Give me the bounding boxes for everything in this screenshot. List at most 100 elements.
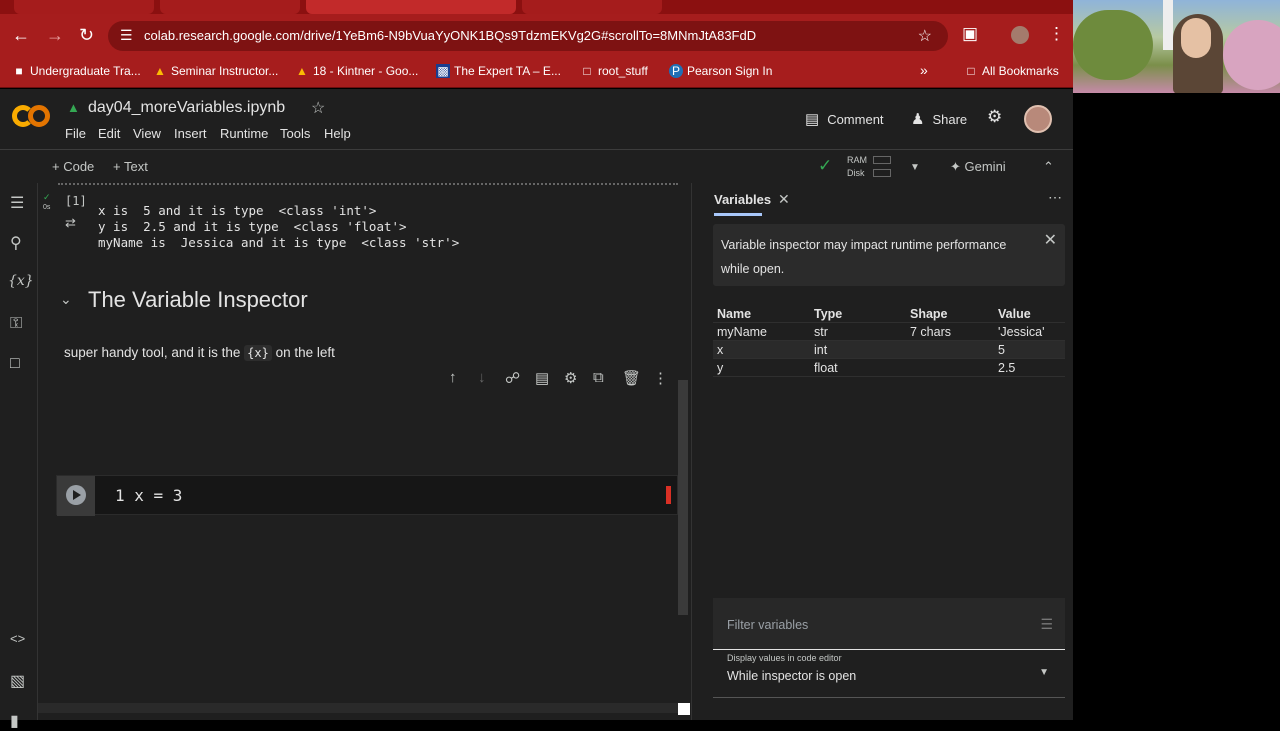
table-row[interactable]: myName str 7 chars 'Jessica': [713, 323, 1065, 341]
cell-settings-gear-icon[interactable]: ⚙: [564, 369, 577, 387]
variables-icon[interactable]: {x}: [8, 273, 34, 289]
active-tab-indicator: [714, 213, 762, 216]
profile-avatar[interactable]: [1011, 26, 1029, 44]
paragraph-text: on the left: [275, 345, 335, 360]
search-icon[interactable]: ⚲: [10, 233, 22, 253]
colab-logo[interactable]: [12, 105, 52, 131]
executed-check-icon: ✓: [43, 192, 51, 202]
collapse-section-chevron-icon[interactable]: ⌄: [60, 291, 72, 308]
collapse-header-icon[interactable]: ⌃: [1043, 159, 1054, 175]
browser-tab-strip: [0, 0, 1073, 14]
bookmark-item[interactable]: ▲ 18 - Kintner - Goo...: [295, 64, 418, 78]
filter-variables-input[interactable]: Filter variables ☰: [713, 598, 1065, 650]
bookmark-item[interactable]: ▲ Seminar Instructor...: [153, 64, 278, 78]
code-snippets-icon[interactable]: <>: [10, 631, 25, 646]
add-code-button[interactable]: + Code: [52, 159, 94, 174]
share-button[interactable]: ♟ Share: [911, 110, 967, 128]
menu-file[interactable]: File: [65, 126, 86, 141]
user-avatar[interactable]: [1024, 105, 1052, 133]
browser-tab-active[interactable]: [306, 0, 516, 14]
comment-icon[interactable]: ▤: [535, 369, 549, 387]
site-settings-icon[interactable]: ☰: [120, 27, 133, 44]
run-cell-button[interactable]: [57, 476, 95, 516]
address-bar[interactable]: ☰ colab.research.google.com/drive/1YeBm6…: [108, 21, 948, 51]
delete-trash-icon[interactable]: 🗑: [622, 369, 641, 387]
inline-code: {x}: [244, 345, 272, 361]
bookmark-item[interactable]: □ root_stuff: [580, 64, 647, 78]
display-values-value: While inspector is open: [727, 669, 857, 683]
star-icon[interactable]: ☆: [311, 98, 325, 118]
var-type: str: [814, 325, 828, 339]
panel-title[interactable]: Variables: [714, 192, 771, 207]
webcam-tower: [1163, 0, 1173, 50]
terminal-icon[interactable]: ▮: [10, 711, 19, 731]
add-text-button[interactable]: + Text: [113, 159, 148, 174]
notebook-scrollbar[interactable]: [678, 380, 688, 615]
menu-edit[interactable]: Edit: [98, 126, 120, 141]
all-bookmarks[interactable]: □ All Bookmarks: [964, 64, 1058, 78]
secrets-key-icon[interactable]: ⚿: [10, 315, 22, 333]
bookmarks-bar: ■ Undergraduate Tra... ▲ Seminar Instructo…: [0, 56, 1073, 88]
panel-more-icon[interactable]: ⋯: [1048, 189, 1062, 206]
column-header[interactable]: Shape: [910, 307, 948, 321]
browser-tab[interactable]: [522, 0, 662, 14]
dismiss-notice-icon[interactable]: ✕: [1044, 230, 1057, 250]
link-icon[interactable]: ☍: [505, 369, 520, 387]
column-header[interactable]: Value: [998, 307, 1031, 321]
browser-menu-icon[interactable]: ⋮: [1048, 24, 1065, 44]
tag-icon: ■: [15, 64, 23, 78]
bookmark-star-icon[interactable]: ☆: [918, 26, 932, 46]
notebook-title[interactable]: day04_moreVariables.ipynb: [88, 99, 285, 117]
table-of-contents-icon[interactable]: ☰: [10, 193, 24, 213]
settings-gear-icon[interactable]: ⚙: [987, 107, 1002, 127]
comment-button[interactable]: ▤ Comment: [805, 110, 884, 128]
cell-toolbar: ↑ ↓ ☍ ▤ ⚙ ⧉ 🗑 ⋮: [443, 369, 679, 389]
menu-view[interactable]: View: [133, 126, 161, 141]
previous-cell-edge: [58, 183, 678, 186]
runtime-dropdown-icon[interactable]: ▼: [910, 162, 920, 173]
code-cell[interactable]: 1 x = 3: [56, 475, 678, 516]
display-values-select[interactable]: Display values in code editor While insp…: [713, 649, 1065, 698]
menu-runtime[interactable]: Runtime: [220, 126, 268, 141]
variables-table: Name Type Shape Value myName str 7 chars…: [713, 305, 1065, 377]
command-palette-icon[interactable]: ▧: [10, 671, 25, 691]
filter-icon[interactable]: ☰: [1040, 616, 1053, 633]
column-header[interactable]: Type: [814, 307, 842, 321]
browser-tab[interactable]: [160, 0, 300, 14]
menu-help[interactable]: Help: [324, 126, 351, 141]
colab-app: ▲ day04_moreVariables.ipynb ☆ File Edit …: [0, 89, 1073, 730]
files-folder-icon[interactable]: □: [10, 355, 20, 373]
mirror-cell-icon[interactable]: ⧉: [593, 369, 604, 386]
extensions-icon[interactable]: ▣: [962, 24, 978, 44]
menu-tools[interactable]: Tools: [280, 126, 310, 141]
move-up-icon[interactable]: ↑: [449, 369, 457, 386]
menu-insert[interactable]: Insert: [174, 126, 207, 141]
browser-tab[interactable]: [14, 0, 154, 14]
var-name: myName: [717, 325, 768, 339]
close-panel-icon[interactable]: ✕: [778, 191, 790, 208]
column-header[interactable]: Name: [717, 307, 751, 321]
resource-indicator[interactable]: RAM Disk: [847, 154, 891, 180]
screen: ← → ↻ ☰ colab.research.google.com/drive/…: [0, 0, 1280, 730]
gemini-button[interactable]: ✦ Gemini: [950, 159, 1006, 175]
reload-icon[interactable]: ↻: [79, 24, 94, 46]
bookmark-label: 18 - Kintner - Goo...: [313, 64, 419, 78]
horizontal-scrollbar[interactable]: [38, 703, 678, 713]
table-row[interactable]: y float 2.5: [713, 359, 1065, 377]
forward-icon[interactable]: →: [46, 24, 64, 46]
bookmark-item[interactable]: ▩ The Expert TA – E...: [436, 64, 561, 78]
bookmark-item[interactable]: ■ Undergraduate Tra...: [12, 64, 140, 78]
browser-toolbar: ← → ↻ ☰ colab.research.google.com/drive/…: [0, 14, 1073, 56]
more-bookmarks-icon[interactable]: »: [920, 62, 928, 78]
output-toggle-icon[interactable]: ⇄: [65, 215, 76, 231]
move-down-icon[interactable]: ↓: [478, 369, 486, 386]
back-icon[interactable]: ←: [12, 24, 30, 46]
more-actions-icon[interactable]: ⋮: [653, 369, 668, 387]
code-editor-text[interactable]: 1 x = 3: [115, 486, 182, 505]
bookmark-label: Seminar Instructor...: [171, 64, 279, 78]
bookmark-item[interactable]: P Pearson Sign In: [669, 64, 772, 78]
table-row[interactable]: x int 5: [713, 341, 1065, 359]
var-type: float: [814, 361, 838, 375]
webcam-blossom: [1223, 20, 1280, 90]
var-value: 2.5: [998, 361, 1016, 375]
